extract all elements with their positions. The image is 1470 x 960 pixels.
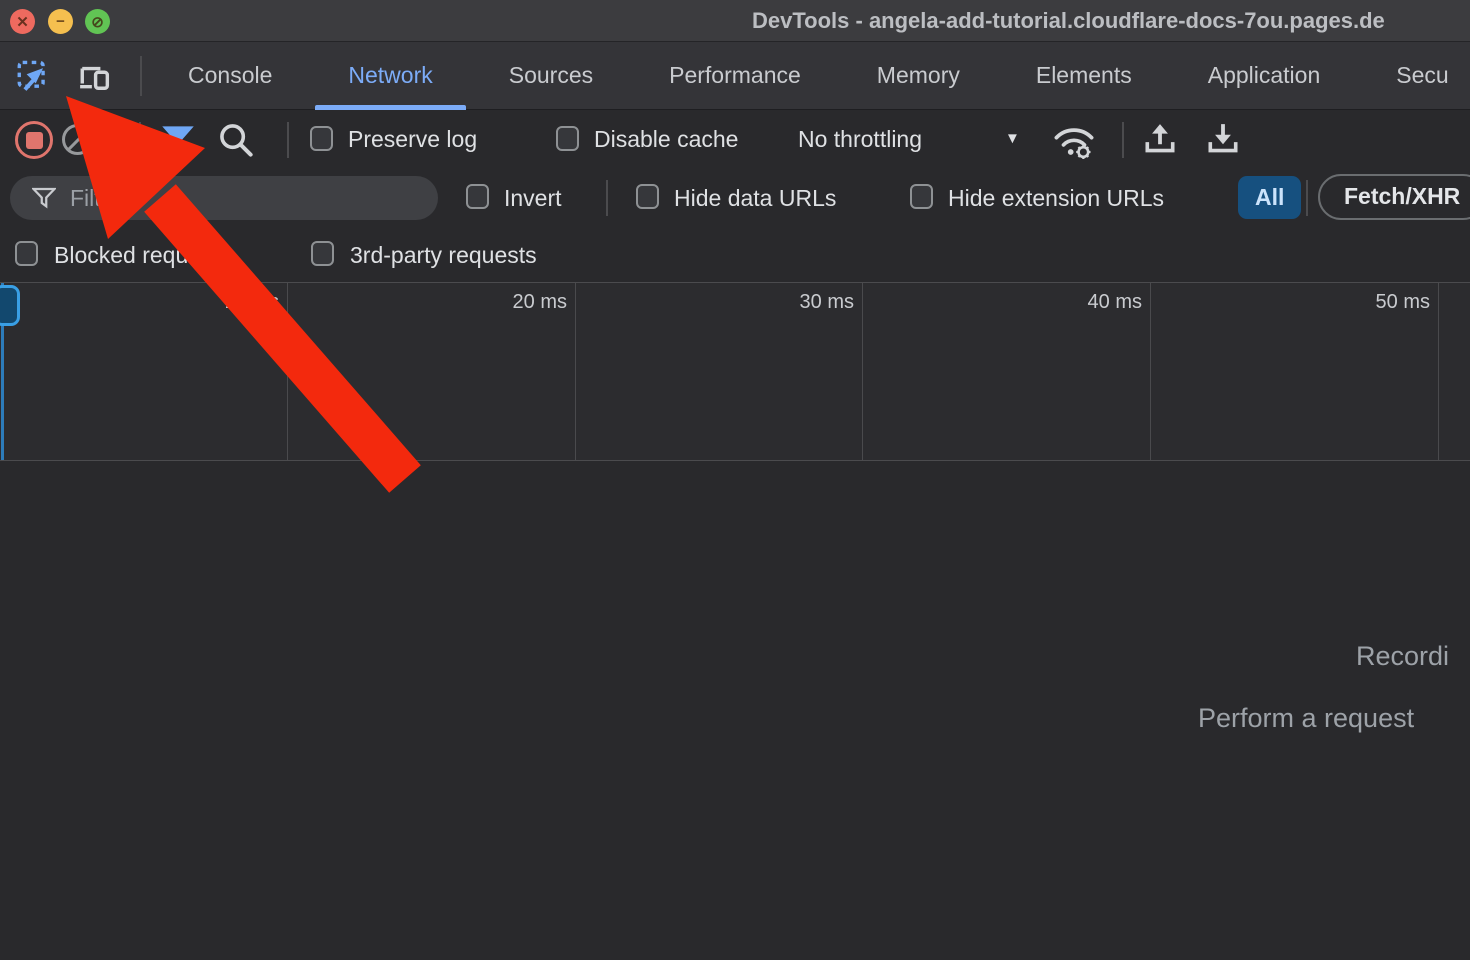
filter-separator (1306, 180, 1308, 216)
export-har-button[interactable] (1205, 122, 1241, 158)
filter-funnel-small-icon (32, 187, 56, 209)
invert-label: Invert (504, 169, 562, 227)
devtools-window: ✕ − ⊘ DevTools - angela-add-tutorial.clo… (0, 0, 1470, 960)
import-har-button[interactable] (1142, 122, 1178, 158)
third-party-requests-checkbox[interactable] (311, 241, 334, 266)
filter-input-pill[interactable] (10, 176, 438, 220)
filter-separator (606, 180, 608, 216)
stop-recording-button[interactable] (15, 121, 53, 159)
timeline-gridline (1438, 283, 1439, 460)
devtools-tabbar: Console Network Sources Performance Memo… (0, 42, 1470, 110)
network-filter-bar: Invert Hide data URLs Hide extension URL… (0, 169, 1470, 227)
inspect-icon (17, 59, 51, 93)
throttling-dropdown-arrow[interactable]: ▼ (1005, 110, 1020, 168)
preserve-log-checkbox[interactable] (310, 126, 333, 151)
overview-drag-handle[interactable] (0, 285, 20, 326)
clear-network-log-button[interactable] (62, 124, 93, 155)
toolbar-separator (139, 122, 141, 158)
search-button[interactable] (218, 122, 254, 158)
tab-performance[interactable]: Performance (631, 42, 839, 110)
upload-icon (1142, 122, 1178, 158)
network-toolbar: Preserve log Disable cache No throttling… (0, 110, 1470, 169)
hide-extension-urls-checkbox[interactable] (910, 184, 933, 209)
network-overview-timeline[interactable]: 10 ms 20 ms 30 ms 40 ms 50 ms (0, 283, 1470, 461)
tab-network[interactable]: Network (310, 42, 470, 110)
requests-panel: Recordi Perform a request (0, 461, 1470, 958)
disable-cache-checkbox[interactable] (556, 126, 579, 151)
toolbar-separator (287, 122, 289, 158)
network-options-bar: Blocked requests 3rd-party requests (0, 227, 1470, 283)
third-party-requests-label: 3rd-party requests (350, 227, 537, 283)
request-type-fetch-xhr-chip[interactable]: Fetch/XHR (1318, 174, 1470, 220)
filter-funnel-icon (160, 125, 196, 157)
toolbar-separator (1122, 122, 1124, 158)
timeline-tick-10ms: 10 ms (179, 291, 279, 314)
tab-memory[interactable]: Memory (839, 42, 998, 110)
invert-checkbox[interactable] (466, 184, 489, 209)
wifi-gear-icon (1052, 123, 1096, 159)
empty-state-recording-text: Recordi (1356, 641, 1449, 672)
titlebar: ✕ − ⊘ DevTools - angela-add-tutorial.clo… (0, 0, 1470, 42)
network-conditions-button[interactable] (1052, 123, 1096, 159)
hide-extension-urls-label: Hide extension URLs (948, 169, 1164, 227)
disable-cache-label: Disable cache (594, 110, 738, 168)
filter-input[interactable] (70, 185, 400, 212)
empty-state-perform-text: Perform a request (1198, 703, 1414, 734)
search-icon (218, 122, 254, 158)
timeline-gridline (1150, 283, 1151, 460)
tab-security[interactable]: Secu (1358, 42, 1470, 110)
timeline-gridline (575, 283, 576, 460)
timeline-tick-30ms: 30 ms (754, 291, 854, 314)
record-stop-icon (26, 132, 43, 149)
inspect-element-button[interactable] (16, 58, 52, 94)
throttling-select[interactable]: No throttling (798, 110, 922, 168)
preserve-log-label: Preserve log (348, 110, 477, 168)
request-type-all-chip[interactable]: All (1238, 176, 1301, 219)
timeline-tick-50ms: 50 ms (1330, 291, 1430, 314)
tab-console[interactable]: Console (150, 42, 310, 110)
panel-tabs: Console Network Sources Performance Memo… (150, 42, 1470, 110)
device-toolbar-icon (76, 60, 112, 92)
blocked-requests-checkbox[interactable] (15, 241, 38, 266)
tabbar-separator (140, 56, 142, 96)
minimize-window-button[interactable]: − (48, 9, 73, 34)
tab-application[interactable]: Application (1170, 42, 1359, 110)
tab-elements[interactable]: Elements (998, 42, 1170, 110)
window-title: DevTools - angela-add-tutorial.cloudflar… (752, 8, 1385, 34)
blocked-requests-label: Blocked requests (54, 227, 230, 283)
hide-data-urls-label: Hide data URLs (674, 169, 836, 227)
timeline-gridline (287, 283, 288, 460)
hide-data-urls-checkbox[interactable] (636, 184, 659, 209)
timeline-tick-20ms: 20 ms (467, 291, 567, 314)
toggle-device-toolbar-button[interactable] (76, 58, 112, 94)
timeline-tick-40ms: 40 ms (1042, 291, 1142, 314)
close-window-button[interactable]: ✕ (10, 9, 35, 34)
filter-toggle-button[interactable] (160, 123, 196, 159)
tab-sources[interactable]: Sources (471, 42, 631, 110)
download-icon (1205, 122, 1241, 158)
timeline-gridline (862, 283, 863, 460)
zoom-window-button[interactable]: ⊘ (85, 9, 110, 34)
